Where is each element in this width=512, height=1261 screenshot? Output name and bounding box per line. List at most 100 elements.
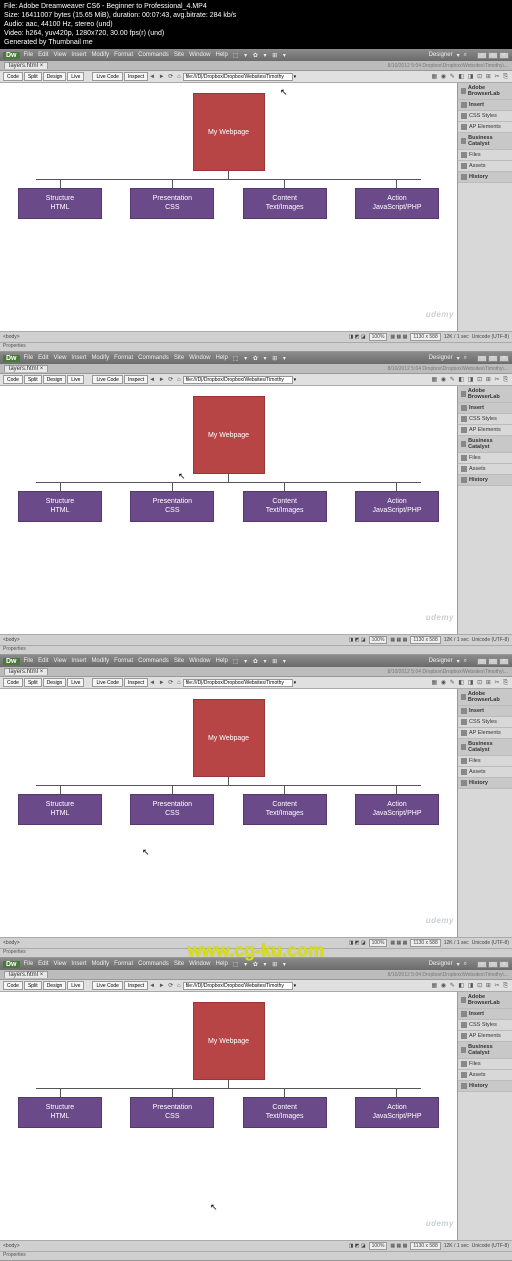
code-view-button[interactable]: Code [3,678,23,687]
live-view-button[interactable]: Live [67,375,84,384]
panel-ap-elements[interactable]: AP Elements [458,425,512,436]
panel-history[interactable]: History [458,1081,512,1092]
maximize-button[interactable]: □ [488,355,498,362]
panel-css-styles[interactable]: CSS Styles [458,1020,512,1031]
properties-panel-header[interactable]: Properties [0,948,512,957]
menu-item-help[interactable]: Help [216,658,228,664]
design-tool-icons[interactable]: ▦ ◉ ✎ ◧ ◨ ⊡ ⊞ ✂ ⎘ [432,73,510,81]
address-dropdown-icon[interactable]: ▾ [294,74,297,80]
panel-ap-elements[interactable]: AP Elements [458,1031,512,1042]
live-view-button[interactable]: Live [67,72,84,81]
close-button[interactable]: × [499,355,509,362]
layout-dropdown[interactable]: Designer [429,52,453,58]
layout-dropdown[interactable]: Designer [429,355,453,361]
live-code-button[interactable]: Live Code [92,678,123,687]
layout-dropdown-arrow[interactable]: ▾ [457,355,460,362]
menu-item-file[interactable]: File [24,52,34,58]
inspect-button[interactable]: Inspect [124,981,148,990]
address-bar[interactable]: file:///D|/Dropbox/Dropbox/Websites/Timo… [183,982,293,990]
split-view-button[interactable]: Split [24,678,42,687]
menu-item-format[interactable]: Format [114,52,133,58]
panel-insert[interactable]: Insert [458,403,512,414]
panel-business-catalyst[interactable]: Business Catalyst [458,133,512,150]
panel-business-catalyst[interactable]: Business Catalyst [458,436,512,453]
layout-dropdown-arrow[interactable]: ▾ [457,658,460,665]
close-button[interactable]: × [499,52,509,59]
design-view-button[interactable]: Design [43,678,67,687]
menu-item-insert[interactable]: Insert [71,355,86,361]
tag-selector[interactable]: <body> [3,334,349,340]
panel-assets[interactable]: Assets [458,767,512,778]
layout-dropdown[interactable]: Designer [429,961,453,967]
nav-icons[interactable]: ◄ ► ⟳ ⌂ [149,73,182,80]
zoom-level[interactable]: 100% [369,333,388,341]
menu-item-view[interactable]: View [54,658,67,664]
document-tab[interactable]: layers.html × [4,668,48,675]
panel-files[interactable]: Files [458,150,512,161]
menu-item-file[interactable]: File [24,961,34,967]
maximize-button[interactable]: □ [488,52,498,59]
panel-css-styles[interactable]: CSS Styles [458,414,512,425]
properties-panel-header[interactable]: Properties [0,1251,512,1260]
design-canvas[interactable]: My Webpage Structure HTML [0,83,457,331]
panel-css-styles[interactable]: CSS Styles [458,717,512,728]
menu-item-commands[interactable]: Commands [138,355,169,361]
menu-item-help[interactable]: Help [216,961,228,967]
panel-history[interactable]: History [458,475,512,486]
panel-history[interactable]: History [458,172,512,183]
panel-assets[interactable]: Assets [458,464,512,475]
document-tab[interactable]: layers.html × [4,62,48,69]
design-canvas[interactable]: My Webpage Structure HTML [0,386,457,634]
document-tab[interactable]: layers.html × [4,365,48,372]
toolbar-icons[interactable]: ⬚ ▾ ✿ ▾ ⊞ ▾ [233,658,288,665]
close-tab-icon[interactable]: × [40,366,44,372]
menu-item-commands[interactable]: Commands [138,961,169,967]
layout-dropdown-arrow[interactable]: ▾ [457,961,460,968]
properties-panel-header[interactable]: Properties [0,342,512,351]
zoom-level[interactable]: 100% [369,1242,388,1250]
maximize-button[interactable]: □ [488,658,498,665]
panel-files[interactable]: Files [458,453,512,464]
menu-item-window[interactable]: Window [189,961,210,967]
view-mode-icons[interactable]: ◨ ◩ ◪ [349,637,366,643]
panel-insert[interactable]: Insert [458,100,512,111]
menu-item-insert[interactable]: Insert [71,658,86,664]
code-view-button[interactable]: Code [3,375,23,384]
menu-item-file[interactable]: File [24,658,34,664]
menu-item-edit[interactable]: Edit [38,658,48,664]
grid-status-icons[interactable]: ▦ ▦ ▦ [390,1243,407,1249]
address-dropdown-icon[interactable]: ▾ [294,377,297,383]
zoom-level[interactable]: 100% [369,939,388,947]
canvas-dimensions[interactable]: 1130 x 588 [410,333,440,341]
nav-icons[interactable]: ◄ ► ⟳ ⌂ [149,982,182,989]
nav-icons[interactable]: ◄ ► ⟳ ⌂ [149,376,182,383]
menu-item-commands[interactable]: Commands [138,52,169,58]
menu-item-file[interactable]: File [24,355,34,361]
address-bar[interactable]: file:///D|/Dropbox/Dropbox/Websites/Timo… [183,73,293,81]
live-view-button[interactable]: Live [67,678,84,687]
close-button[interactable]: × [499,961,509,968]
menu-item-edit[interactable]: Edit [38,355,48,361]
live-code-button[interactable]: Live Code [92,981,123,990]
menu-item-window[interactable]: Window [189,52,210,58]
design-canvas[interactable]: My Webpage Structure HTML [0,992,457,1240]
address-bar[interactable]: file:///D|/Dropbox/Dropbox/Websites/Timo… [183,679,293,687]
menu-item-site[interactable]: Site [174,658,184,664]
menu-item-window[interactable]: Window [189,355,210,361]
menu-item-edit[interactable]: Edit [38,961,48,967]
live-code-button[interactable]: Live Code [92,375,123,384]
close-button[interactable]: × [499,658,509,665]
inspect-button[interactable]: Inspect [124,375,148,384]
panel-browserlab[interactable]: Adobe BrowserLab [458,83,512,100]
code-view-button[interactable]: Code [3,981,23,990]
minimize-button[interactable]: – [477,355,487,362]
menu-item-view[interactable]: View [54,355,67,361]
menu-item-view[interactable]: View [54,961,67,967]
tag-selector[interactable]: <body> [3,940,349,946]
address-bar[interactable]: file:///D|/Dropbox/Dropbox/Websites/Timo… [183,376,293,384]
design-tool-icons[interactable]: ▦ ◉ ✎ ◧ ◨ ⊡ ⊞ ✂ ⎘ [432,376,510,384]
panel-insert[interactable]: Insert [458,706,512,717]
inspect-button[interactable]: Inspect [124,72,148,81]
menu-item-format[interactable]: Format [114,961,133,967]
toolbar-icons[interactable]: ⬚ ▾ ✿ ▾ ⊞ ▾ [233,961,288,968]
